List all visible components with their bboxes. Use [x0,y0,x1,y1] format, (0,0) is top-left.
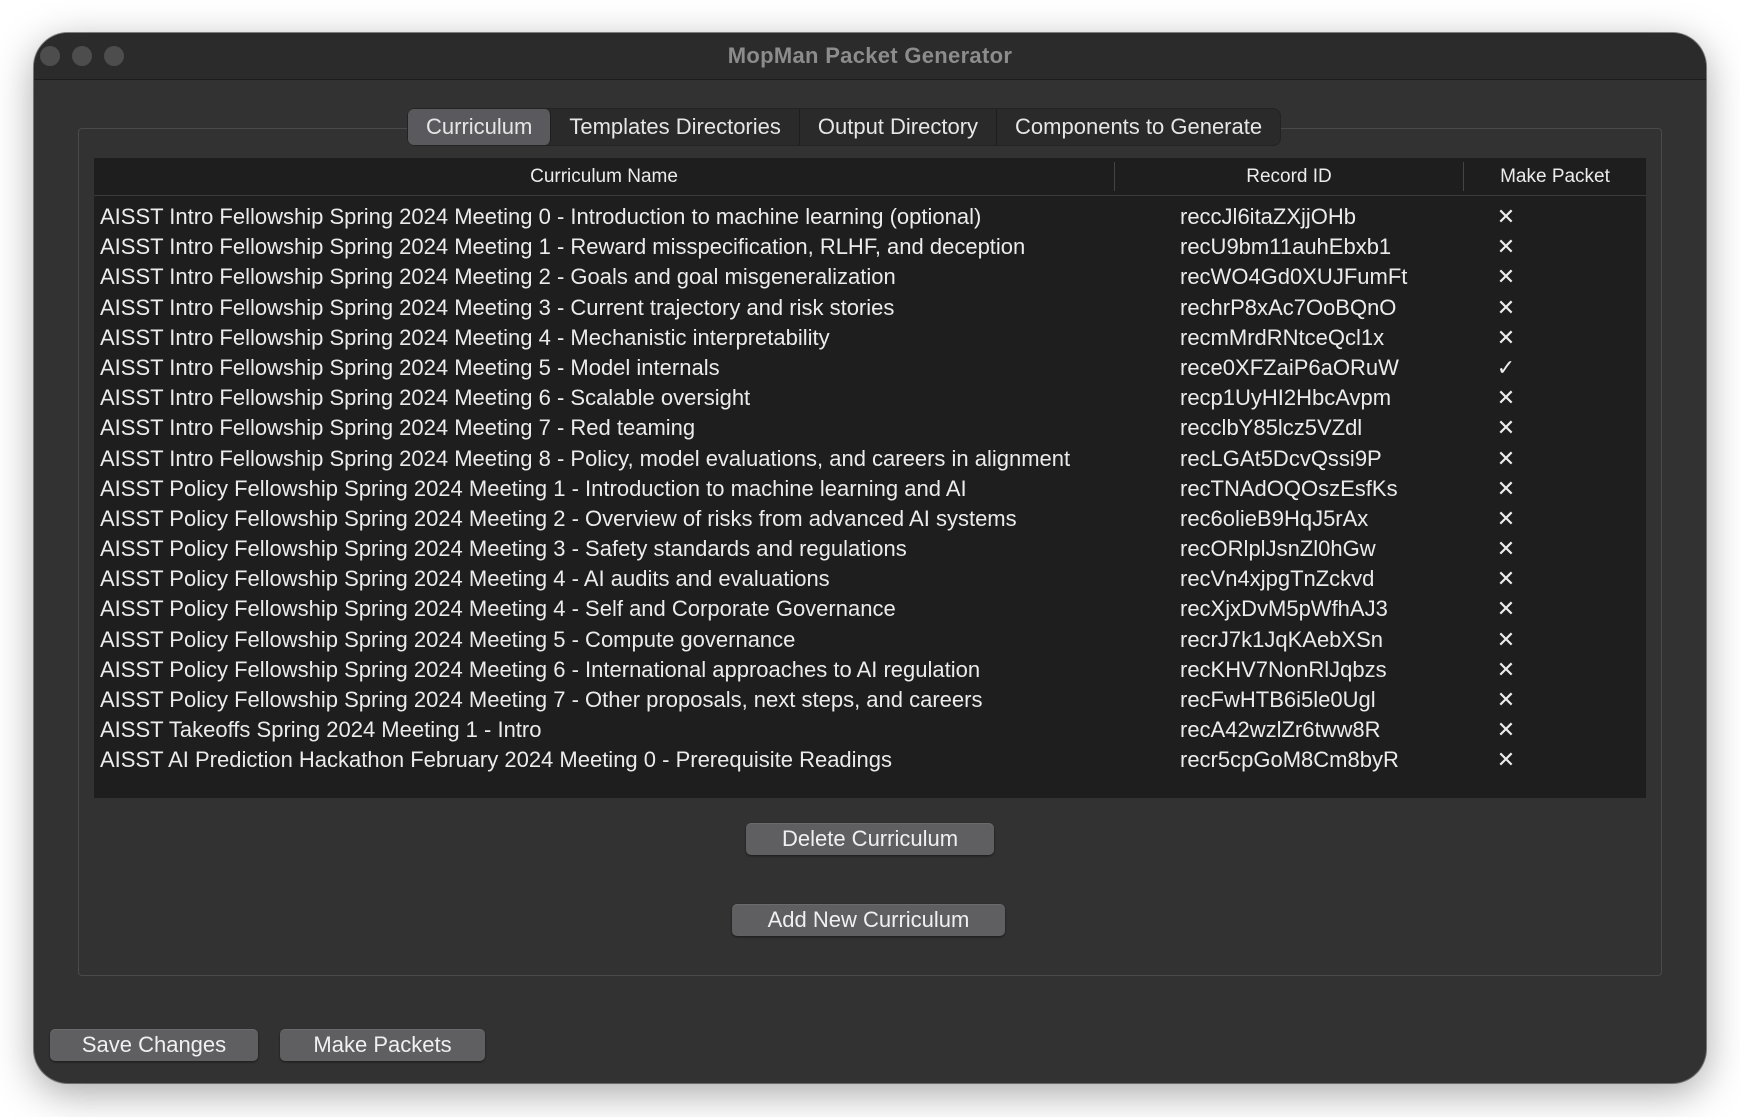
make-packet-x-icon[interactable]: ✕ [1488,383,1524,413]
record-id-cell[interactable]: rec6olieB9HqJ5rAx [1180,504,1368,534]
table-row[interactable]: AISST Takeoffs Spring 2024 Meeting 1 - I… [94,715,1646,745]
table-row[interactable]: AISST Intro Fellowship Spring 2024 Meeti… [94,323,1646,353]
curriculum-name-cell[interactable]: AISST Policy Fellowship Spring 2024 Meet… [100,534,907,564]
curriculum-name-cell[interactable]: AISST Intro Fellowship Spring 2024 Meeti… [100,444,1070,474]
table-row[interactable]: AISST Intro Fellowship Spring 2024 Meeti… [94,262,1646,292]
make-packet-x-icon[interactable]: ✕ [1488,594,1524,624]
record-id-cell[interactable]: recclbY85lcz5VZdl [1180,413,1362,443]
table-row[interactable]: AISST Policy Fellowship Spring 2024 Meet… [94,685,1646,715]
record-id-cell[interactable]: recr5cpGoM8Cm8byR [1180,745,1399,775]
add-new-curriculum-button[interactable]: Add New Curriculum [732,904,1005,936]
curriculum-name-cell[interactable]: AISST Intro Fellowship Spring 2024 Meeti… [100,232,1025,262]
record-id-cell[interactable]: recKHV7NonRlJqbzs [1180,655,1387,685]
curriculum-name-cell[interactable]: AISST Intro Fellowship Spring 2024 Meeti… [100,353,720,383]
column-header-make-packet[interactable]: Make Packet [1464,158,1646,195]
make-packet-x-icon[interactable]: ✕ [1488,293,1524,323]
record-id-cell[interactable]: recVn4xjpgTnZckvd [1180,564,1374,594]
table-header: Curriculum Name Record ID Make Packet [94,158,1646,196]
make-packets-button[interactable]: Make Packets [280,1029,485,1061]
curriculum-name-cell[interactable]: AISST Intro Fellowship Spring 2024 Meeti… [100,383,750,413]
tab-curriculum[interactable]: Curriculum [408,109,552,145]
curriculum-name-cell[interactable]: AISST Policy Fellowship Spring 2024 Meet… [100,504,1017,534]
make-packet-x-icon[interactable]: ✕ [1488,474,1524,504]
curriculum-name-cell[interactable]: AISST Policy Fellowship Spring 2024 Meet… [100,655,980,685]
table-body: AISST Intro Fellowship Spring 2024 Meeti… [94,202,1646,776]
table-row[interactable]: AISST Policy Fellowship Spring 2024 Meet… [94,594,1646,624]
table-row[interactable]: AISST Policy Fellowship Spring 2024 Meet… [94,474,1646,504]
make-packet-x-icon[interactable]: ✕ [1488,504,1524,534]
record-id-cell[interactable]: recU9bm11auhEbxb1 [1180,232,1391,262]
record-id-cell[interactable]: recmMrdRNtceQcl1x [1180,323,1384,353]
make-packet-x-icon[interactable]: ✕ [1488,655,1524,685]
record-id-cell[interactable]: recLGAt5DcvQssi9P [1180,444,1382,474]
table-row[interactable]: AISST Intro Fellowship Spring 2024 Meeti… [94,444,1646,474]
table-row[interactable]: AISST Intro Fellowship Spring 2024 Meeti… [94,383,1646,413]
title-bar: MopMan Packet Generator [34,33,1706,80]
curriculum-name-cell[interactable]: AISST Intro Fellowship Spring 2024 Meeti… [100,413,695,443]
curriculum-name-cell[interactable]: AISST Takeoffs Spring 2024 Meeting 1 - I… [100,715,541,745]
save-changes-button[interactable]: Save Changes [50,1029,258,1061]
table-row[interactable]: AISST Intro Fellowship Spring 2024 Meeti… [94,293,1646,323]
make-packet-x-icon[interactable]: ✕ [1488,202,1524,232]
record-id-cell[interactable]: reccJl6itaZXjjOHb [1180,202,1356,232]
make-packet-x-icon[interactable]: ✕ [1488,745,1524,775]
record-id-cell[interactable]: recORlplJsnZl0hGw [1180,534,1376,564]
curriculum-name-cell[interactable]: AISST Intro Fellowship Spring 2024 Meeti… [100,202,981,232]
make-packet-x-icon[interactable]: ✕ [1488,715,1524,745]
record-id-cell[interactable]: recrJ7k1JqKAebXSn [1180,625,1383,655]
window-title: MopMan Packet Generator [727,43,1013,68]
make-packet-x-icon[interactable]: ✕ [1488,262,1524,292]
tab-templates-directories[interactable]: Templates Directories [551,109,800,145]
curriculum-name-cell[interactable]: AISST Intro Fellowship Spring 2024 Meeti… [100,323,830,353]
curriculum-name-cell[interactable]: AISST Policy Fellowship Spring 2024 Meet… [100,564,830,594]
make-packet-x-icon[interactable]: ✕ [1488,413,1524,443]
make-packet-x-icon[interactable]: ✕ [1488,232,1524,262]
record-id-cell[interactable]: rechrP8xAc7OoBQnO [1180,293,1396,323]
curriculum-name-cell[interactable]: AISST Policy Fellowship Spring 2024 Meet… [100,685,982,715]
tab-components-to-generate[interactable]: Components to Generate [997,109,1280,145]
make-packet-x-icon[interactable]: ✕ [1488,323,1524,353]
curriculum-name-cell[interactable]: AISST Policy Fellowship Spring 2024 Meet… [100,474,967,504]
column-header-curriculum-name[interactable]: Curriculum Name [94,158,1114,195]
app-window: MopMan Packet Generator Curriculum Templ… [34,33,1706,1083]
table-row[interactable]: AISST Policy Fellowship Spring 2024 Meet… [94,655,1646,685]
tab-bar: Curriculum Templates Directories Output … [408,109,1281,145]
make-packet-x-icon[interactable]: ✕ [1488,625,1524,655]
make-packet-x-icon[interactable]: ✕ [1488,564,1524,594]
record-id-cell[interactable]: recTNAdOQOszEsfKs [1180,474,1398,504]
table-row[interactable]: AISST Intro Fellowship Spring 2024 Meeti… [94,413,1646,443]
make-packet-x-icon[interactable]: ✕ [1488,685,1524,715]
column-header-record-id[interactable]: Record ID [1115,158,1463,195]
record-id-cell[interactable]: recA42wzlZr6tww8R [1180,715,1381,745]
make-packet-x-icon[interactable]: ✕ [1488,534,1524,564]
table-row[interactable]: AISST Policy Fellowship Spring 2024 Meet… [94,564,1646,594]
curriculum-name-cell[interactable]: AISST Policy Fellowship Spring 2024 Meet… [100,625,795,655]
make-packet-check-icon[interactable]: ✓ [1488,353,1524,383]
curriculum-name-cell[interactable]: AISST Policy Fellowship Spring 2024 Meet… [100,594,896,624]
curriculum-table: Curriculum Name Record ID Make Packet AI… [94,158,1646,798]
delete-curriculum-button[interactable]: Delete Curriculum [746,823,994,855]
tab-output-directory[interactable]: Output Directory [800,109,998,145]
table-row[interactable]: AISST Policy Fellowship Spring 2024 Meet… [94,504,1646,534]
table-row[interactable]: AISST Policy Fellowship Spring 2024 Meet… [94,625,1646,655]
table-row[interactable]: AISST AI Prediction Hackathon February 2… [94,745,1646,775]
table-row[interactable]: AISST Policy Fellowship Spring 2024 Meet… [94,534,1646,564]
curriculum-name-cell[interactable]: AISST Intro Fellowship Spring 2024 Meeti… [100,262,896,292]
record-id-cell[interactable]: rece0XFZaiP6aORuW [1180,353,1399,383]
curriculum-name-cell[interactable]: AISST AI Prediction Hackathon February 2… [100,745,892,775]
table-row[interactable]: AISST Intro Fellowship Spring 2024 Meeti… [94,202,1646,232]
table-row[interactable]: AISST Intro Fellowship Spring 2024 Meeti… [94,232,1646,262]
record-id-cell[interactable]: recFwHTB6i5le0Ugl [1180,685,1376,715]
table-row[interactable]: AISST Intro Fellowship Spring 2024 Meeti… [94,353,1646,383]
record-id-cell[interactable]: recWO4Gd0XUJFumFt [1180,262,1407,292]
curriculum-name-cell[interactable]: AISST Intro Fellowship Spring 2024 Meeti… [100,293,894,323]
record-id-cell[interactable]: recXjxDvM5pWfhAJ3 [1180,594,1388,624]
make-packet-x-icon[interactable]: ✕ [1488,444,1524,474]
record-id-cell[interactable]: recp1UyHI2HbcAvpm [1180,383,1391,413]
